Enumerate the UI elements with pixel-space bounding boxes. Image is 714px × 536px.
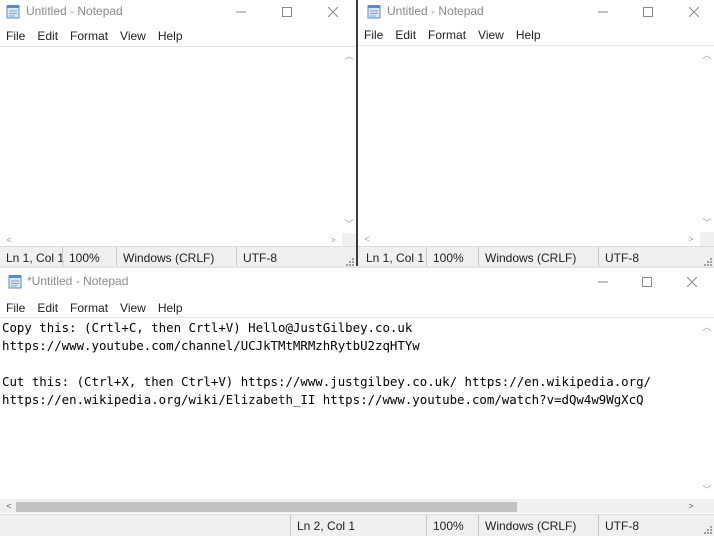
status-line-ending: Windows (CRLF) [478, 247, 598, 268]
scroll-right-icon[interactable]: > [684, 232, 698, 246]
menu-edit[interactable]: Edit [389, 25, 422, 45]
menu-help[interactable]: Help [152, 26, 189, 46]
scroll-left-icon[interactable]: < [2, 233, 16, 247]
horizontal-scrollbar[interactable]: < > [358, 232, 700, 246]
notepad-window-1: Untitled - Notepad File Edit Format View… [0, 0, 356, 268]
minimize-button[interactable] [580, 0, 626, 24]
notepad-icon [8, 275, 22, 289]
status-bar: Ln 2, Col 1 100% Windows (CRLF) UTF-8 [0, 514, 714, 536]
status-zoom: 100% [62, 247, 116, 268]
scroll-right-icon[interactable]: > [326, 233, 340, 247]
menu-view[interactable]: View [114, 26, 152, 46]
status-encoding: UTF-8 [598, 515, 700, 536]
menu-view[interactable]: View [114, 298, 152, 318]
scroll-up-icon[interactable]: ︿ [700, 48, 714, 62]
resize-grip-icon[interactable] [702, 256, 712, 266]
menu-format[interactable]: Format [64, 26, 114, 46]
horizontal-scroll-thumb[interactable] [16, 502, 517, 512]
notepad-icon [367, 5, 381, 19]
window-divider-vertical [356, 0, 358, 268]
notepad-window-3: *Untitled - Notepad File Edit Format Vie… [0, 268, 714, 536]
title-bar[interactable]: Untitled - Notepad [358, 0, 714, 24]
close-button[interactable] [669, 270, 714, 294]
menu-format[interactable]: Format [422, 25, 472, 45]
status-encoding: UTF-8 [236, 247, 340, 268]
status-position: Ln 2, Col 1 [290, 515, 426, 536]
window-title: Untitled - Notepad [26, 4, 123, 18]
maximize-button[interactable] [264, 0, 310, 24]
vertical-scrollbar[interactable]: ︿ ﹀ [700, 46, 714, 232]
scroll-down-icon[interactable]: ﹀ [342, 217, 356, 231]
minimize-button[interactable] [218, 0, 264, 24]
scroll-up-icon[interactable]: ︿ [342, 49, 356, 63]
menu-bar: File Edit Format View Help [0, 298, 714, 318]
minimize-button[interactable] [580, 270, 626, 294]
status-position: Ln 1, Col 1 [366, 251, 425, 265]
minimize-icon [598, 281, 608, 283]
scroll-down-icon[interactable]: ﹀ [700, 483, 714, 497]
scrollbar-corner [700, 232, 714, 246]
status-zoom: 100% [426, 247, 478, 268]
window-title: Untitled - Notepad [387, 4, 484, 18]
menu-view[interactable]: View [472, 25, 510, 45]
menu-help[interactable]: Help [152, 298, 189, 318]
close-icon [687, 277, 697, 287]
maximize-icon [643, 7, 653, 17]
menu-file[interactable]: File [0, 26, 31, 46]
menu-file[interactable]: File [0, 298, 31, 318]
horizontal-scrollbar[interactable]: < > [0, 233, 342, 247]
status-line-ending: Windows (CRLF) [478, 515, 598, 536]
resize-grip-icon[interactable] [702, 524, 712, 534]
menu-format[interactable]: Format [64, 298, 114, 318]
status-position: Ln 1, Col 1 [6, 251, 65, 265]
menu-edit[interactable]: Edit [31, 298, 64, 318]
status-encoding: UTF-8 [598, 247, 698, 268]
maximize-icon [642, 277, 652, 287]
close-button[interactable] [671, 0, 714, 24]
menu-bar: File Edit Format View Help [358, 25, 714, 45]
maximize-icon [282, 7, 292, 17]
notepad-window-2: Untitled - Notepad File Edit Format View… [358, 0, 714, 268]
notepad-icon [6, 5, 20, 19]
close-icon [328, 7, 338, 17]
window-title: *Untitled - Notepad [27, 274, 129, 288]
maximize-button[interactable] [624, 270, 670, 294]
scroll-up-icon[interactable]: ︿ [700, 320, 714, 334]
scroll-left-icon[interactable]: < [360, 232, 374, 246]
menu-file[interactable]: File [358, 25, 389, 45]
close-button[interactable] [310, 0, 356, 24]
close-icon [689, 7, 699, 17]
minimize-icon [598, 11, 608, 13]
text-editor[interactable]: ︿ ﹀ < > [358, 45, 714, 246]
title-bar[interactable]: Untitled - Notepad [0, 0, 356, 24]
title-bar[interactable]: *Untitled - Notepad [0, 270, 714, 294]
menu-edit[interactable]: Edit [31, 26, 64, 46]
scrollbar-corner [700, 499, 714, 513]
status-bar: Ln 1, Col 1 100% Windows (CRLF) UTF-8 [358, 246, 714, 268]
window-divider-horizontal [0, 266, 714, 268]
maximize-button[interactable] [625, 0, 671, 24]
vertical-scrollbar[interactable]: ︿ ﹀ [700, 318, 714, 499]
status-bar: Ln 1, Col 1 100% Windows (CRLF) UTF-8 [0, 246, 356, 268]
horizontal-scrollbar[interactable]: < > [0, 499, 700, 513]
menu-help[interactable]: Help [510, 25, 547, 45]
scroll-down-icon[interactable]: ﹀ [700, 216, 714, 230]
minimize-icon [236, 11, 246, 13]
text-editor[interactable]: ︿ ﹀ < > [0, 46, 356, 247]
menu-bar: File Edit Format View Help [0, 26, 356, 46]
editor-text: Copy this: (Crtl+C, then Crtl+V) Hello@J… [2, 320, 652, 407]
status-line-ending: Windows (CRLF) [116, 247, 236, 268]
text-editor[interactable]: Copy this: (Crtl+C, then Crtl+V) Hello@J… [0, 317, 714, 514]
scroll-left-icon[interactable]: < [2, 499, 16, 513]
status-zoom: 100% [426, 515, 478, 536]
resize-grip-icon[interactable] [344, 256, 354, 266]
scroll-right-icon[interactable]: > [684, 499, 698, 513]
scrollbar-corner [342, 233, 356, 247]
vertical-scrollbar[interactable]: ︿ ﹀ [342, 47, 356, 233]
